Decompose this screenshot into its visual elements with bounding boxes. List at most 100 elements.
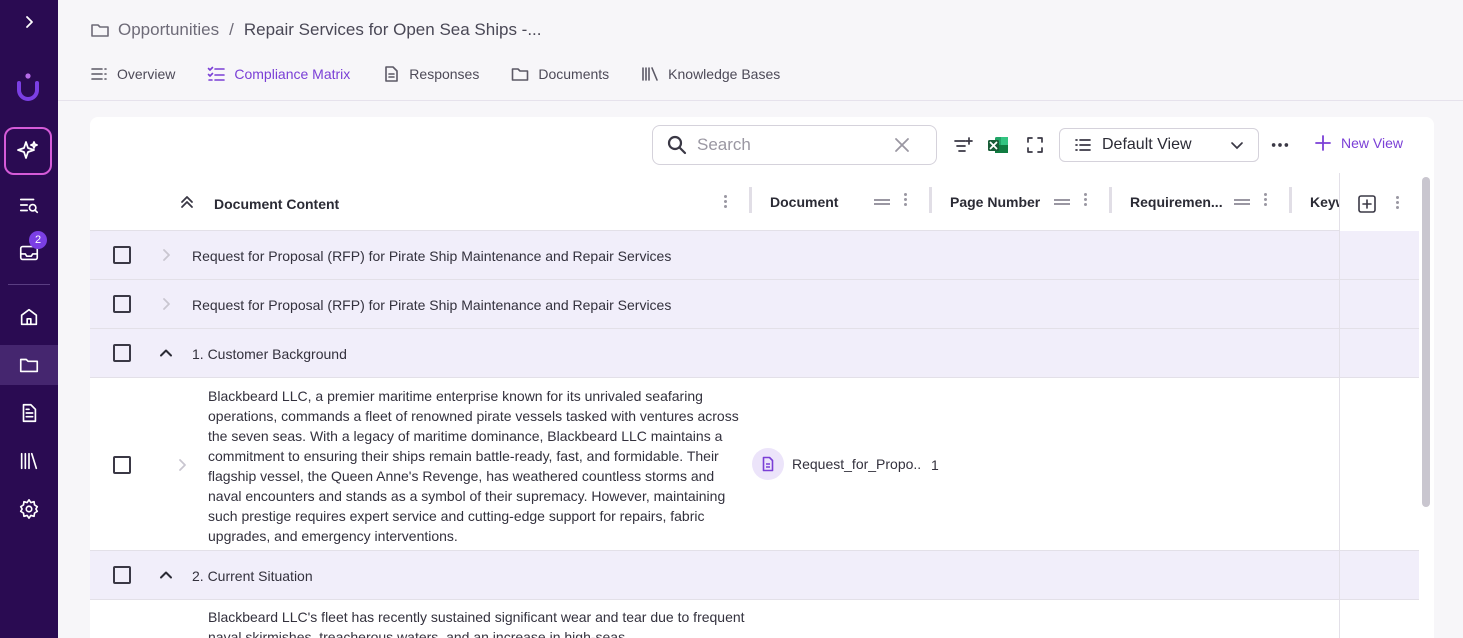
row-content: 1. Customer Background bbox=[192, 346, 347, 362]
table-row[interactable]: 2. Current Situation bbox=[90, 551, 1419, 600]
drag-handle-icon[interactable] bbox=[1054, 173, 1070, 231]
page-header: Opportunities / Repair Services for Open… bbox=[58, 0, 1463, 101]
column-menu-icon[interactable] bbox=[904, 193, 907, 206]
home-button[interactable] bbox=[0, 297, 58, 337]
chevron-down-icon bbox=[1231, 142, 1243, 150]
collapse-all-button[interactable] bbox=[179, 173, 195, 231]
excel-icon bbox=[988, 137, 1008, 153]
opportunities-button[interactable] bbox=[0, 345, 58, 385]
column-header-document[interactable]: Document bbox=[770, 173, 838, 231]
document-icon bbox=[385, 66, 399, 82]
row-checkbox[interactable] bbox=[113, 344, 131, 362]
tab-label: Overview bbox=[117, 66, 176, 82]
column-resize-handle[interactable] bbox=[749, 187, 752, 213]
column-resize-handle[interactable] bbox=[1289, 187, 1292, 213]
table-row[interactable]: Request for Proposal (RFP) for Pirate Sh… bbox=[90, 280, 1419, 329]
tab-bar: Overview Compliance Matrix Responses Doc… bbox=[90, 62, 780, 86]
file-icon bbox=[752, 448, 784, 480]
tab-label: Knowledge Bases bbox=[668, 66, 781, 82]
list-icon bbox=[1075, 139, 1091, 151]
chevron-up-icon[interactable] bbox=[159, 568, 173, 582]
chevron-right-icon[interactable] bbox=[159, 248, 173, 262]
column-menu-icon[interactable] bbox=[1084, 193, 1087, 206]
chevron-right-icon bbox=[26, 16, 33, 28]
library-icon bbox=[20, 452, 38, 470]
column-header-requirement[interactable]: Requiremen... bbox=[1130, 173, 1223, 231]
column-resize-handle[interactable] bbox=[929, 187, 932, 213]
plus-icon bbox=[1315, 135, 1331, 151]
tab-label: Documents bbox=[538, 66, 610, 82]
row-content: Blackbeard LLC's fleet has recently sust… bbox=[208, 609, 745, 638]
gear-icon bbox=[19, 499, 39, 519]
tab-documents[interactable]: Documents bbox=[511, 62, 609, 86]
document-link[interactable]: Request_for_Propo.. bbox=[752, 448, 921, 480]
sparkle-icon bbox=[17, 141, 38, 159]
table-row[interactable]: Request for Proposal (RFP) for Pirate Sh… bbox=[90, 231, 1419, 280]
left-rail: 2 bbox=[0, 0, 58, 638]
expand-sidebar-button[interactable] bbox=[0, 2, 58, 42]
tab-label: Responses bbox=[409, 66, 480, 82]
new-view-button[interactable]: New View bbox=[1314, 134, 1403, 152]
breadcrumb-opportunities-link[interactable]: Opportunities bbox=[118, 20, 219, 40]
folder-icon bbox=[91, 24, 109, 37]
search-input[interactable] bbox=[697, 135, 887, 155]
home-icon bbox=[20, 308, 38, 326]
tab-compliance-matrix[interactable]: Compliance Matrix bbox=[207, 62, 350, 86]
search-list-icon bbox=[19, 198, 39, 214]
ai-assistant-button[interactable] bbox=[4, 127, 52, 175]
row-content: Request for Proposal (RFP) for Pirate Sh… bbox=[192, 248, 672, 264]
tab-knowledge-bases[interactable]: Knowledge Bases bbox=[641, 62, 780, 86]
column-resize-handle[interactable] bbox=[1109, 187, 1112, 213]
compliance-matrix-card: Default View New View Document Content D… bbox=[90, 117, 1434, 638]
table-row[interactable]: Blackbeard LLC's fleet has recently sust… bbox=[90, 600, 1419, 638]
row-filler-cell bbox=[1339, 280, 1419, 328]
add-column-button[interactable] bbox=[1339, 173, 1419, 231]
breadcrumb-current: Repair Services for Open Sea Ships -... bbox=[243, 20, 542, 39]
row-filler-cell bbox=[1339, 378, 1419, 550]
list-icon bbox=[91, 68, 107, 80]
row-content: Blackbeard LLC, a premier maritime enter… bbox=[208, 388, 739, 544]
more-options-button[interactable] bbox=[1269, 134, 1291, 156]
chevron-up-icon[interactable] bbox=[159, 346, 173, 360]
drag-handle-icon[interactable] bbox=[1234, 173, 1250, 231]
settings-button[interactable] bbox=[0, 489, 58, 529]
row-checkbox[interactable] bbox=[113, 456, 131, 474]
page-number: 1 bbox=[931, 457, 939, 473]
clear-search-icon[interactable] bbox=[893, 136, 911, 154]
row-filler-cell bbox=[1339, 231, 1419, 279]
table-row[interactable]: Blackbeard LLC, a premier maritime enter… bbox=[90, 378, 1419, 551]
table-row[interactable]: 1. Customer Background bbox=[90, 329, 1419, 378]
tab-responses[interactable]: Responses bbox=[382, 62, 479, 86]
column-menu-icon[interactable] bbox=[1264, 193, 1267, 206]
row-filler-cell bbox=[1339, 329, 1419, 377]
drag-handle-icon[interactable] bbox=[874, 173, 890, 231]
chevron-right-icon[interactable] bbox=[175, 458, 189, 472]
search-documents-button[interactable] bbox=[0, 185, 58, 225]
chevrons-up-icon bbox=[181, 196, 193, 208]
row-checkbox[interactable] bbox=[113, 295, 131, 313]
row-content: Request for Proposal (RFP) for Pirate Sh… bbox=[192, 297, 672, 313]
column-header-document-content[interactable]: Document Content bbox=[214, 175, 339, 233]
fullscreen-button[interactable] bbox=[1024, 134, 1046, 156]
breadcrumb: Opportunities / Repair Services for Open… bbox=[90, 20, 542, 40]
column-header-page-number[interactable]: Page Number bbox=[950, 173, 1040, 231]
search-icon bbox=[667, 135, 687, 155]
column-menu-icon[interactable] bbox=[724, 195, 727, 208]
export-excel-button[interactable] bbox=[987, 134, 1009, 156]
breadcrumb-separator: / bbox=[229, 20, 234, 39]
vertical-scrollbar[interactable] bbox=[1422, 177, 1430, 507]
tab-label: Compliance Matrix bbox=[234, 66, 351, 82]
chevron-right-icon[interactable] bbox=[159, 297, 173, 311]
new-view-label: New View bbox=[1341, 135, 1403, 151]
view-select[interactable]: Default View bbox=[1059, 128, 1259, 162]
row-checkbox[interactable] bbox=[113, 566, 131, 584]
more-horizontal-icon bbox=[1271, 143, 1289, 147]
table-header: Document Content Document Page Number Re… bbox=[90, 173, 1419, 231]
column-settings-button[interactable] bbox=[952, 134, 974, 156]
library-button[interactable] bbox=[0, 441, 58, 481]
column-menu-icon[interactable] bbox=[1396, 196, 1399, 209]
documents-button[interactable] bbox=[0, 393, 58, 433]
document-icon bbox=[22, 403, 37, 423]
tab-overview[interactable]: Overview bbox=[90, 62, 175, 86]
row-checkbox[interactable] bbox=[113, 246, 131, 264]
